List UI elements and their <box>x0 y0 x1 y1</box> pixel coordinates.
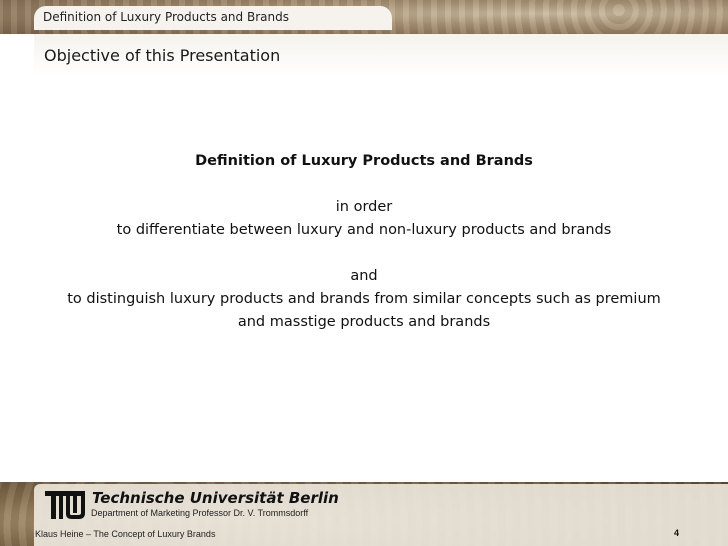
university-name: Technische Universität Berlin <box>92 489 339 507</box>
body-heading: Definition of Luxury Products and Brands <box>195 153 533 169</box>
body-line-differentiate: to differentiate between luxury and non-… <box>116 222 612 238</box>
page-title: Objective of this Presentation <box>44 46 281 65</box>
slide-body: Definition of Luxury Products and Brands… <box>34 150 694 334</box>
department-name: Department of Marketing Professor Dr. V.… <box>91 508 309 518</box>
breadcrumb: Definition of Luxury Products and Brands <box>43 10 289 24</box>
footer-author: Klaus Heine – The Concept of Luxury Bran… <box>35 529 216 539</box>
body-line-and: and <box>350 268 378 284</box>
body-line-distinguish: to distinguish luxury products and brand… <box>67 291 661 307</box>
body-line-in-order: in order <box>335 199 393 215</box>
page-number: 4 <box>674 528 680 538</box>
body-line-masstige: and masstige products and brands <box>237 314 491 330</box>
tu-berlin-logo-icon <box>45 491 85 519</box>
